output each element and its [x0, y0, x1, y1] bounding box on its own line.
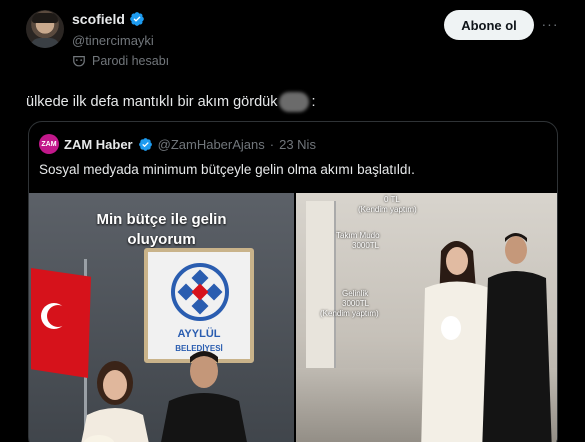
quote-date[interactable]: 23 Nis — [279, 137, 316, 152]
author-handle[interactable]: @tinercimayki — [72, 33, 154, 48]
quote-verified-badge-icon — [138, 137, 152, 151]
tweet-text-suffix: : — [311, 94, 316, 110]
quote-header: ZAM ZAM Haber @ZamHaberAjans · 23 Nis — [39, 134, 316, 154]
media-image-right[interactable]: 0 TL (Kendim yaptım) Takım Mudo 3000TL G… — [296, 193, 557, 442]
image-overlay-line2: oluyorum — [127, 231, 196, 248]
person-groom — [161, 351, 247, 442]
person-bride — [81, 361, 149, 442]
quoted-tweet[interactable]: ZAM ZAM Haber @ZamHaberAjans · 23 Nis So… — [28, 121, 558, 442]
price-label: (Kendim yaptım) — [320, 309, 379, 318]
price-label: 3000TL — [352, 241, 380, 250]
tweet-text: ülkede ilk defa mantıklı bir akım gördük… — [26, 92, 315, 112]
author-display-name[interactable]: scofield — [72, 11, 125, 27]
follow-button[interactable]: Abone ol — [444, 10, 534, 40]
avatar[interactable] — [26, 10, 64, 48]
municipality-emblem-icon — [171, 263, 229, 321]
person-groom-right — [482, 233, 552, 442]
parody-label: Parodi hesabı — [72, 54, 169, 68]
quote-text: Sosyal medyada minimum bütçeyle gelin ol… — [39, 162, 415, 177]
price-label: Takım Mudo — [336, 231, 380, 240]
more-options-icon[interactable]: ··· — [540, 14, 560, 34]
price-label: 0 TL — [384, 195, 400, 204]
parody-mask-icon — [73, 56, 85, 67]
quote-separator: · — [269, 136, 275, 152]
tweet-text-body: ülkede ilk defa mantıklı bir akım gördük — [26, 94, 278, 110]
quote-media: Min bütçe ile gelin oluyorum AYYLÜL BELE… — [29, 193, 557, 442]
media-image-left[interactable]: Min bütçe ile gelin oluyorum AYYLÜL BELE… — [29, 193, 294, 442]
image-overlay-line1: Min bütçe ile gelin — [96, 211, 227, 228]
quote-author-handle[interactable]: @ZamHaberAjans — [158, 137, 265, 152]
price-label: (Kendim yaptım) — [358, 205, 417, 214]
quote-author-name[interactable]: ZAM Haber — [64, 137, 133, 152]
author-name-row: scofield — [72, 11, 145, 27]
sign-text-1: AYYLÜL — [177, 328, 221, 340]
price-label: Gelinlik — [342, 289, 369, 298]
parody-text: Parodi hesabı — [92, 54, 170, 68]
blurred-emoji-icon — [279, 92, 310, 112]
price-label: 3000TL — [342, 299, 370, 308]
tweet: scofield @tinercimayki Parodi hesabı Abo… — [0, 0, 585, 442]
verified-badge-icon — [130, 12, 144, 26]
zam-logo-icon[interactable]: ZAM — [39, 134, 59, 154]
